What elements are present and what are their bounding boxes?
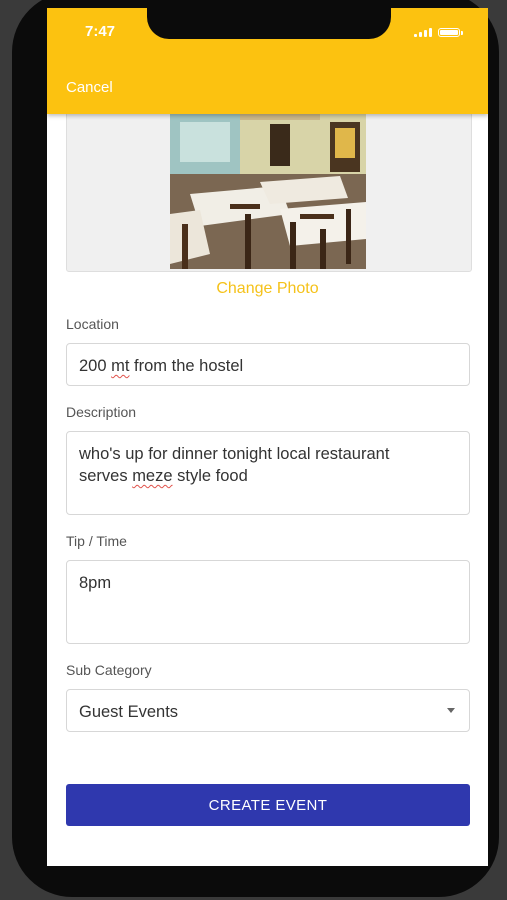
change-photo-link[interactable]: Change Photo	[47, 280, 488, 298]
sub-category-label: Sub Category	[66, 662, 152, 678]
app-header: 7:47 Cancel	[47, 8, 488, 114]
sub-category-select[interactable]: Guest Events	[66, 689, 470, 732]
description-line-2: serves meze style food	[79, 465, 457, 487]
cancel-button[interactable]: Cancel	[66, 79, 113, 96]
signal-icon	[414, 27, 432, 37]
tip-time-label: Tip / Time	[66, 533, 127, 549]
phone-frame: 7:47 Cancel Change Photo Location 200 mt…	[12, 0, 499, 897]
location-value-prefix: 200	[79, 357, 112, 375]
device-notch	[147, 8, 391, 39]
location-value-suffix: from the hostel	[129, 357, 244, 375]
status-icons	[414, 27, 463, 37]
status-time: 7:47	[85, 23, 116, 40]
description-line-1: who's up for dinner tonight local restau…	[79, 445, 390, 463]
tip-time-field[interactable]: 8pm	[66, 560, 470, 644]
description-line2-prefix: serves	[79, 467, 133, 485]
photo-container	[66, 98, 472, 272]
description-line2-suffix: style food	[172, 467, 248, 485]
description-misspelled-word: meze	[132, 467, 173, 485]
create-event-button[interactable]: CREATE EVENT	[66, 784, 470, 826]
tip-time-value: 8pm	[79, 574, 112, 592]
location-label: Location	[66, 316, 119, 332]
location-value-misspelled: mt	[111, 357, 130, 375]
location-field[interactable]: 200 mt from the hostel	[66, 343, 470, 386]
description-field[interactable]: who's up for dinner tonight local restau…	[66, 431, 470, 515]
dropdown-arrow-icon	[447, 708, 455, 713]
app-screen: 7:47 Cancel Change Photo Location 200 mt…	[47, 8, 488, 866]
battery-icon	[438, 28, 463, 37]
description-label: Description	[66, 404, 137, 420]
restaurant-photo-icon	[170, 114, 366, 269]
sub-category-selected: Guest Events	[79, 703, 179, 721]
